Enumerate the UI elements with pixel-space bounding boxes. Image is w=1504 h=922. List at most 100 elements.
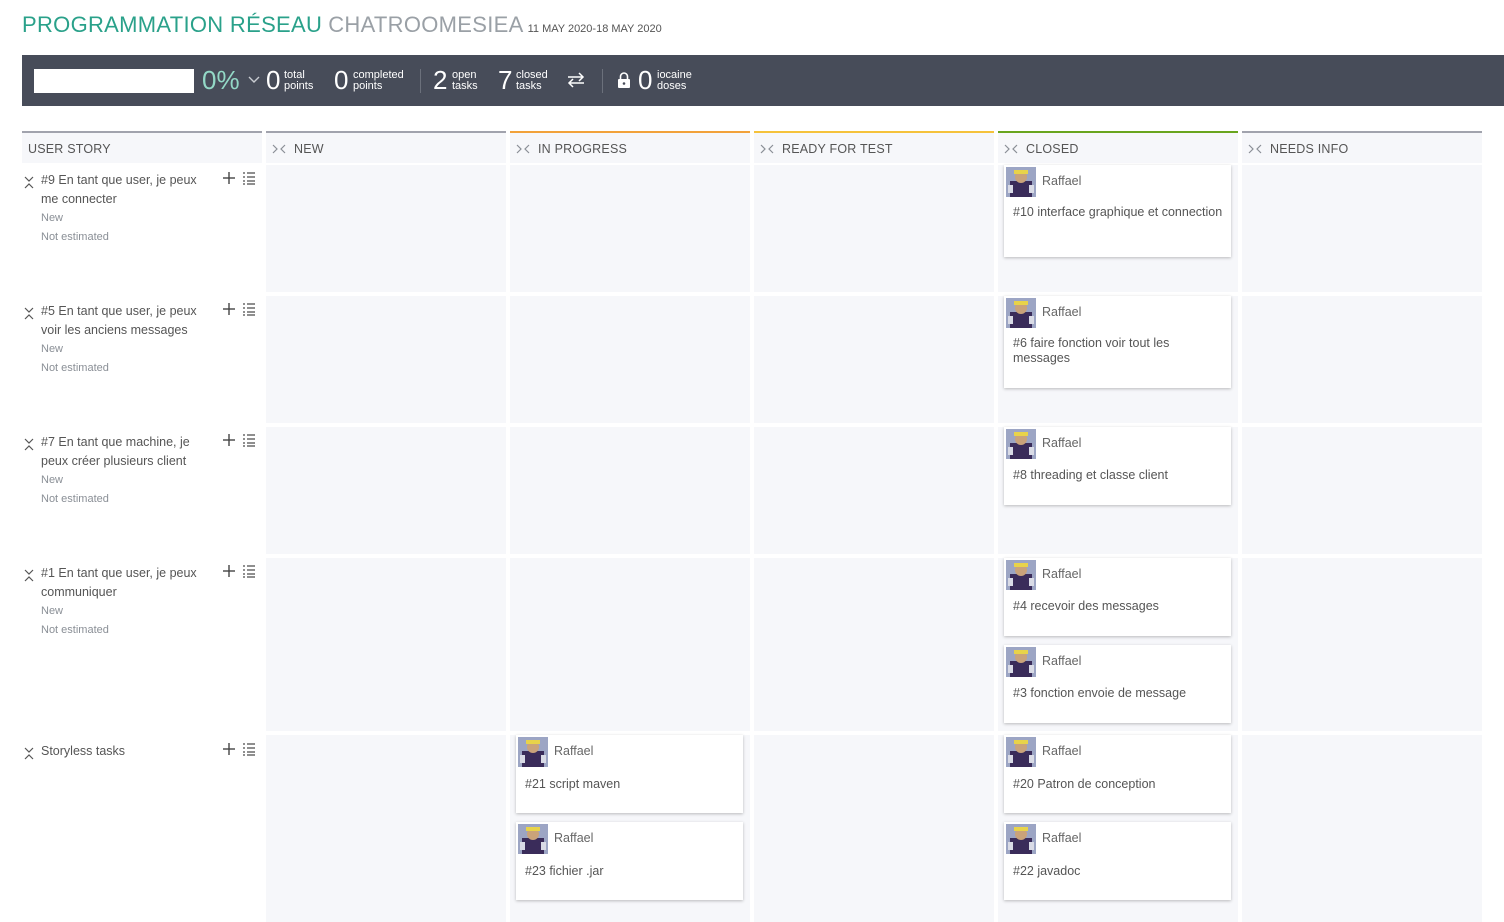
stats-divider (420, 69, 421, 93)
task-card[interactable]: Raffael #3 fonction envoie de message (1004, 645, 1231, 723)
user-story-points: Not estimated (41, 231, 109, 243)
completed-points-label: completed points (353, 69, 404, 92)
user-story-title[interactable]: #9 En tant que user, je peux me connecte… (41, 171, 216, 209)
total-points-value: 0 (266, 65, 281, 95)
task-title[interactable]: #23 fichier .jar (525, 864, 735, 879)
chevron-down-icon[interactable] (246, 69, 262, 89)
sprint-name: CHATROOMESIEA (328, 12, 524, 37)
lane-cell (510, 558, 750, 731)
lane-cell (510, 165, 750, 292)
lane-cell (754, 296, 994, 423)
user-story-title[interactable]: #1 En tant que user, je peux communiquer (41, 564, 216, 602)
user-story-points: Not estimated (41, 493, 109, 505)
task-title[interactable]: #8 threading et classe client (1013, 468, 1223, 483)
task-card[interactable]: Raffael #23 fichier .jar (516, 822, 743, 900)
iocaine-lock-icon (618, 72, 630, 88)
bulk-add-tasks-icon[interactable] (242, 302, 256, 316)
user-avatar (518, 737, 548, 767)
user-avatar (1006, 824, 1036, 854)
add-task-icon[interactable] (222, 171, 236, 185)
task-card[interactable]: Raffael #22 javadoc (1004, 822, 1231, 900)
lane-cell (266, 165, 506, 292)
column-header-closed: CLOSED (998, 131, 1238, 163)
iocaine-label: iocaine doses (657, 69, 692, 92)
task-title[interactable]: #4 recevoir des messages (1013, 599, 1223, 614)
task-title[interactable]: #21 script maven (525, 777, 735, 792)
user-story-status[interactable]: New (41, 212, 63, 224)
lane-cell (754, 427, 994, 554)
swap-icon[interactable] (566, 69, 586, 91)
user-story-row: #5 En tant que user, je peux voir les an… (22, 302, 262, 412)
lane-cell (1242, 427, 1482, 554)
storyless-tasks-row: Storyless tasks (22, 742, 262, 782)
lane-cell (754, 735, 994, 922)
closed-tasks-value: 7 (498, 65, 513, 95)
open-tasks-value: 2 (433, 65, 448, 95)
column-header-new: NEW (266, 131, 506, 163)
bulk-add-tasks-icon[interactable] (242, 433, 256, 447)
storyless-tasks-title: Storyless tasks (41, 744, 126, 758)
completed-points-value: 0 (334, 65, 349, 95)
user-story-status[interactable]: New (41, 343, 63, 355)
task-card[interactable]: Raffael #4 recevoir des messages (1004, 558, 1231, 636)
lane-cell (510, 296, 750, 423)
task-card[interactable]: Raffael #21 script maven (516, 735, 743, 813)
user-avatar (1006, 737, 1036, 767)
add-task-icon[interactable] (222, 564, 236, 578)
sprint-stats-bar: 0% 0 total points 0 completed points 2 ope… (22, 55, 1504, 106)
user-story-row: #9 En tant que user, je peux me connecte… (22, 171, 262, 281)
task-title[interactable]: #22 javadoc (1013, 864, 1223, 879)
bulk-add-tasks-icon[interactable] (242, 742, 256, 756)
column-header-needs-info: NEEDS INFO (1242, 131, 1482, 163)
column-header-ready-for-test: READY FOR TEST (754, 131, 994, 163)
task-card[interactable]: Raffael #20 Patron de conception (1004, 735, 1231, 813)
task-title[interactable]: #10 interface graphique et connection (1013, 205, 1223, 220)
bulk-add-tasks-icon[interactable] (242, 564, 256, 578)
fold-column-icon[interactable] (272, 143, 286, 155)
user-avatar (1006, 298, 1036, 328)
add-task-icon[interactable] (222, 433, 236, 447)
bulk-add-tasks-icon[interactable] (242, 171, 256, 185)
user-avatar (1006, 429, 1036, 459)
page-title: PROGRAMMATION RÉSEAU CHATROOMESIEA 11 MAY … (22, 12, 662, 42)
collapse-row-icon[interactable] (24, 746, 34, 760)
add-task-icon[interactable] (222, 302, 236, 316)
user-story-status[interactable]: New (41, 474, 63, 486)
user-story-points: Not estimated (41, 362, 109, 374)
fold-column-icon[interactable] (1004, 143, 1018, 155)
collapse-row-icon[interactable] (24, 306, 34, 320)
column-header-user-story: USER STORY (22, 131, 262, 163)
user-avatar (1006, 560, 1036, 590)
task-title[interactable]: #20 Patron de conception (1013, 777, 1223, 792)
task-title[interactable]: #6 faire fonction voir tout les messages (1013, 336, 1223, 366)
user-story-title[interactable]: #5 En tant que user, je peux voir les an… (41, 302, 216, 340)
fold-column-icon[interactable] (1248, 143, 1262, 155)
fold-column-icon[interactable] (760, 143, 774, 155)
stats-divider (602, 69, 603, 93)
user-story-row: #1 En tant que user, je peux communiquer… (22, 564, 262, 674)
collapse-row-icon[interactable] (24, 568, 34, 582)
user-story-status[interactable]: New (41, 605, 63, 617)
project-name[interactable]: PROGRAMMATION RÉSEAU (22, 12, 322, 37)
task-card[interactable]: Raffael #8 threading et classe client (1004, 427, 1231, 505)
lane-cell (266, 558, 506, 731)
lane-cell (266, 296, 506, 423)
fold-column-icon[interactable] (516, 143, 530, 155)
lane-cell (510, 427, 750, 554)
task-card[interactable]: Raffael #6 faire fonction voir tout les … (1004, 296, 1231, 388)
collapse-row-icon[interactable] (24, 437, 34, 451)
user-story-title[interactable]: #7 En tant que machine, je peux créer pl… (41, 433, 216, 471)
sprint-progress-bar (34, 69, 194, 93)
collapse-row-icon[interactable] (24, 175, 34, 189)
add-task-icon[interactable] (222, 742, 236, 756)
sprint-dates: 11 MAY 2020-18 MAY 2020 (527, 23, 662, 35)
user-avatar (1006, 647, 1036, 677)
user-story-row: #7 En tant que machine, je peux créer pl… (22, 433, 262, 543)
task-title[interactable]: #3 fonction envoie de message (1013, 686, 1223, 701)
lane-cell (1242, 165, 1482, 292)
task-owner: Raffael (1042, 831, 1082, 845)
user-avatar (518, 824, 548, 854)
task-owner: Raffael (554, 831, 594, 845)
task-card[interactable]: Raffael #10 interface graphique et conne… (1004, 165, 1231, 257)
task-owner: Raffael (1042, 305, 1082, 319)
